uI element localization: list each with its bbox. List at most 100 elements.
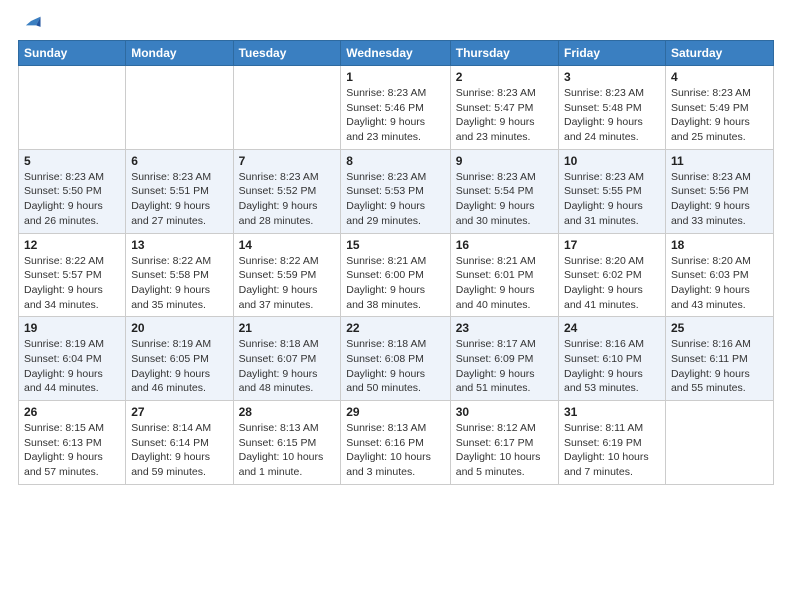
day-number: 18 — [671, 238, 768, 252]
calendar-cell: 17Sunrise: 8:20 AMSunset: 6:02 PMDayligh… — [558, 233, 665, 317]
day-info: Sunrise: 8:20 AMSunset: 6:02 PMDaylight:… — [564, 254, 660, 313]
day-info: Sunrise: 8:22 AMSunset: 5:59 PMDaylight:… — [239, 254, 336, 313]
day-number: 21 — [239, 321, 336, 335]
day-info: Sunrise: 8:16 AMSunset: 6:11 PMDaylight:… — [671, 337, 768, 396]
day-number: 5 — [24, 154, 120, 168]
calendar-table: SundayMondayTuesdayWednesdayThursdayFrid… — [18, 40, 774, 485]
calendar-cell: 5 Sunrise: 8:23 AMSunset: 5:50 PMDaylight… — [19, 149, 126, 233]
day-info: Sunrise: 8:23 AMSunset: 5:54 PMDaylight:… — [456, 170, 553, 229]
calendar-cell: 1Sunrise: 8:23 AMSunset: 5:46 PMDaylight… — [341, 66, 450, 150]
day-number: 12 — [24, 238, 120, 252]
day-info: Sunrise: 8:23 AMSunset: 5:52 PMDaylight:… — [239, 170, 336, 229]
calendar-cell: 12 Sunrise: 8:22 AMSunset: 5:57 PMDayligh… — [19, 233, 126, 317]
day-number: 2 — [456, 70, 553, 84]
calendar-cell: 13 Sunrise: 8:22 AMSunset: 5:58 PMDayligh… — [126, 233, 233, 317]
day-number: 22 — [346, 321, 444, 335]
day-info: Sunrise: 8:23 AMSunset: 5:47 PMDaylight:… — [456, 86, 553, 145]
weekday-header: Tuesday — [233, 41, 341, 66]
calendar-cell: 27 Sunrise: 8:14 AMSunset: 6:14 PMDayligh… — [126, 401, 233, 485]
day-number: 30 — [456, 405, 553, 419]
day-info: Sunrise: 8:23 AMSunset: 5:53 PMDaylight:… — [346, 170, 444, 229]
calendar-cell: 24 Sunrise: 8:16 AMSunset: 6:10 PMDayligh… — [558, 317, 665, 401]
day-number: 31 — [564, 405, 660, 419]
weekday-header: Sunday — [19, 41, 126, 66]
day-info: Sunrise: 8:19 AMSunset: 6:05 PMDaylight:… — [131, 337, 227, 396]
day-number: 23 — [456, 321, 553, 335]
calendar-cell — [233, 66, 341, 150]
day-number: 14 — [239, 238, 336, 252]
weekday-header: Friday — [558, 41, 665, 66]
calendar-cell: 11Sunrise: 8:23 AMSunset: 5:56 PMDayligh… — [665, 149, 773, 233]
calendar-cell: 10 Sunrise: 8:23 AMSunset: 5:55 PMDayligh… — [558, 149, 665, 233]
calendar-cell: 4 Sunrise: 8:23 AMSunset: 5:49 PMDaylight… — [665, 66, 773, 150]
day-info: Sunrise: 8:23 AMSunset: 5:51 PMDaylight:… — [131, 170, 227, 229]
day-info: Sunrise: 8:18 AMSunset: 6:08 PMDaylight:… — [346, 337, 444, 396]
day-info: Sunrise: 8:21 AMSunset: 6:01 PMDaylight:… — [456, 254, 553, 313]
weekday-header: Wednesday — [341, 41, 450, 66]
day-number: 25 — [671, 321, 768, 335]
calendar-cell: 30 Sunrise: 8:12 AMSunset: 6:17 PMDayligh… — [450, 401, 558, 485]
day-info: Sunrise: 8:22 AMSunset: 5:58 PMDaylight:… — [131, 254, 227, 313]
day-info: Sunrise: 8:17 AMSunset: 6:09 PMDaylight:… — [456, 337, 553, 396]
calendar-cell: 31Sunrise: 8:11 AMSunset: 6:19 PMDayligh… — [558, 401, 665, 485]
calendar-cell: 3 Sunrise: 8:23 AMSunset: 5:48 PMDaylight… — [558, 66, 665, 150]
calendar-cell: 7 Sunrise: 8:23 AMSunset: 5:52 PMDaylight… — [233, 149, 341, 233]
calendar-cell: 23 Sunrise: 8:17 AMSunset: 6:09 PMDayligh… — [450, 317, 558, 401]
calendar-cell: 8 Sunrise: 8:23 AMSunset: 5:53 PMDaylight… — [341, 149, 450, 233]
day-info: Sunrise: 8:14 AMSunset: 6:14 PMDaylight:… — [131, 421, 227, 480]
calendar-week-row: 12 Sunrise: 8:22 AMSunset: 5:57 PMDayligh… — [19, 233, 774, 317]
calendar-week-row: 26Sunrise: 8:15 AMSunset: 6:13 PMDayligh… — [19, 401, 774, 485]
day-info: Sunrise: 8:23 AMSunset: 5:46 PMDaylight:… — [346, 86, 444, 145]
day-number: 7 — [239, 154, 336, 168]
day-number: 10 — [564, 154, 660, 168]
day-info: Sunrise: 8:18 AMSunset: 6:07 PMDaylight:… — [239, 337, 336, 396]
day-info: Sunrise: 8:12 AMSunset: 6:17 PMDaylight:… — [456, 421, 553, 480]
day-info: Sunrise: 8:13 AMSunset: 6:16 PMDaylight:… — [346, 421, 444, 480]
calendar-cell: 16 Sunrise: 8:21 AMSunset: 6:01 PMDayligh… — [450, 233, 558, 317]
day-number: 8 — [346, 154, 444, 168]
day-info: Sunrise: 8:23 AMSunset: 5:48 PMDaylight:… — [564, 86, 660, 145]
weekday-header: Thursday — [450, 41, 558, 66]
day-number: 13 — [131, 238, 227, 252]
day-info: Sunrise: 8:20 AMSunset: 6:03 PMDaylight:… — [671, 254, 768, 313]
day-number: 6 — [131, 154, 227, 168]
calendar-cell: 9 Sunrise: 8:23 AMSunset: 5:54 PMDaylight… — [450, 149, 558, 233]
calendar-cell — [19, 66, 126, 150]
day-number: 3 — [564, 70, 660, 84]
day-number: 26 — [24, 405, 120, 419]
calendar-cell: 25 Sunrise: 8:16 AMSunset: 6:11 PMDayligh… — [665, 317, 773, 401]
calendar-cell: 14 Sunrise: 8:22 AMSunset: 5:59 PMDayligh… — [233, 233, 341, 317]
day-number: 11 — [671, 154, 768, 168]
day-number: 19 — [24, 321, 120, 335]
day-info: Sunrise: 8:23 AMSunset: 5:50 PMDaylight:… — [24, 170, 120, 229]
day-number: 16 — [456, 238, 553, 252]
day-number: 4 — [671, 70, 768, 84]
calendar-cell: 22 Sunrise: 8:18 AMSunset: 6:08 PMDayligh… — [341, 317, 450, 401]
day-number: 27 — [131, 405, 227, 419]
day-number: 9 — [456, 154, 553, 168]
calendar-cell: 6 Sunrise: 8:23 AMSunset: 5:51 PMDaylight… — [126, 149, 233, 233]
day-info: Sunrise: 8:21 AMSunset: 6:00 PMDaylight:… — [346, 254, 444, 313]
day-info: Sunrise: 8:23 AMSunset: 5:49 PMDaylight:… — [671, 86, 768, 145]
day-info: Sunrise: 8:23 AMSunset: 5:55 PMDaylight:… — [564, 170, 660, 229]
calendar-cell: 26Sunrise: 8:15 AMSunset: 6:13 PMDayligh… — [19, 401, 126, 485]
calendar-cell: 29 Sunrise: 8:13 AMSunset: 6:16 PMDayligh… — [341, 401, 450, 485]
day-info: Sunrise: 8:13 AMSunset: 6:15 PMDaylight:… — [239, 421, 336, 480]
calendar-cell: 2 Sunrise: 8:23 AMSunset: 5:47 PMDaylight… — [450, 66, 558, 150]
day-number: 28 — [239, 405, 336, 419]
day-number: 29 — [346, 405, 444, 419]
calendar-header-row: SundayMondayTuesdayWednesdayThursdayFrid… — [19, 41, 774, 66]
calendar-cell — [126, 66, 233, 150]
weekday-header: Saturday — [665, 41, 773, 66]
day-info: Sunrise: 8:16 AMSunset: 6:10 PMDaylight:… — [564, 337, 660, 396]
calendar-week-row: 19Sunrise: 8:19 AMSunset: 6:04 PMDayligh… — [19, 317, 774, 401]
calendar-cell: 21 Sunrise: 8:18 AMSunset: 6:07 PMDayligh… — [233, 317, 341, 401]
calendar-cell — [665, 401, 773, 485]
day-info: Sunrise: 8:22 AMSunset: 5:57 PMDaylight:… — [24, 254, 120, 313]
header — [18, 10, 774, 32]
calendar-week-row: 1Sunrise: 8:23 AMSunset: 5:46 PMDaylight… — [19, 66, 774, 150]
calendar-cell: 18 Sunrise: 8:20 AMSunset: 6:03 PMDayligh… — [665, 233, 773, 317]
day-number: 20 — [131, 321, 227, 335]
day-number: 24 — [564, 321, 660, 335]
calendar-cell: 28 Sunrise: 8:13 AMSunset: 6:15 PMDayligh… — [233, 401, 341, 485]
